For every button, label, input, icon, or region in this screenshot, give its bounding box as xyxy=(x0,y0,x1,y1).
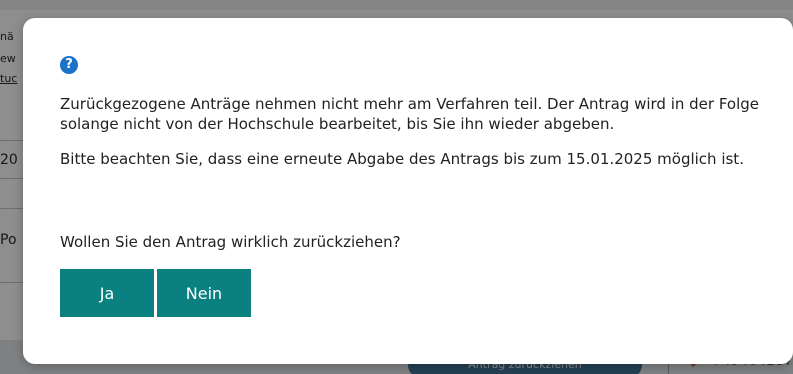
page: nä ew tuc 20 Po Antrag zurückziehen +494… xyxy=(0,0,793,374)
dialog-button-row: Ja Nein xyxy=(60,269,251,317)
dialog-question: Wollen Sie den Antrag wirklich zurückzie… xyxy=(60,233,401,251)
question-circle-icon: ? xyxy=(60,56,78,74)
confirm-withdraw-dialog: ? Zurückgezogene Anträge nehmen nicht me… xyxy=(23,18,793,364)
yes-button[interactable]: Ja xyxy=(60,269,154,317)
no-button[interactable]: Nein xyxy=(157,269,251,317)
dialog-message-withdrawn-info: Zurückgezogene Anträge nehmen nicht mehr… xyxy=(60,95,760,133)
dialog-message-deadline-info: Bitte beachten Sie, dass eine erneute Ab… xyxy=(60,150,744,168)
